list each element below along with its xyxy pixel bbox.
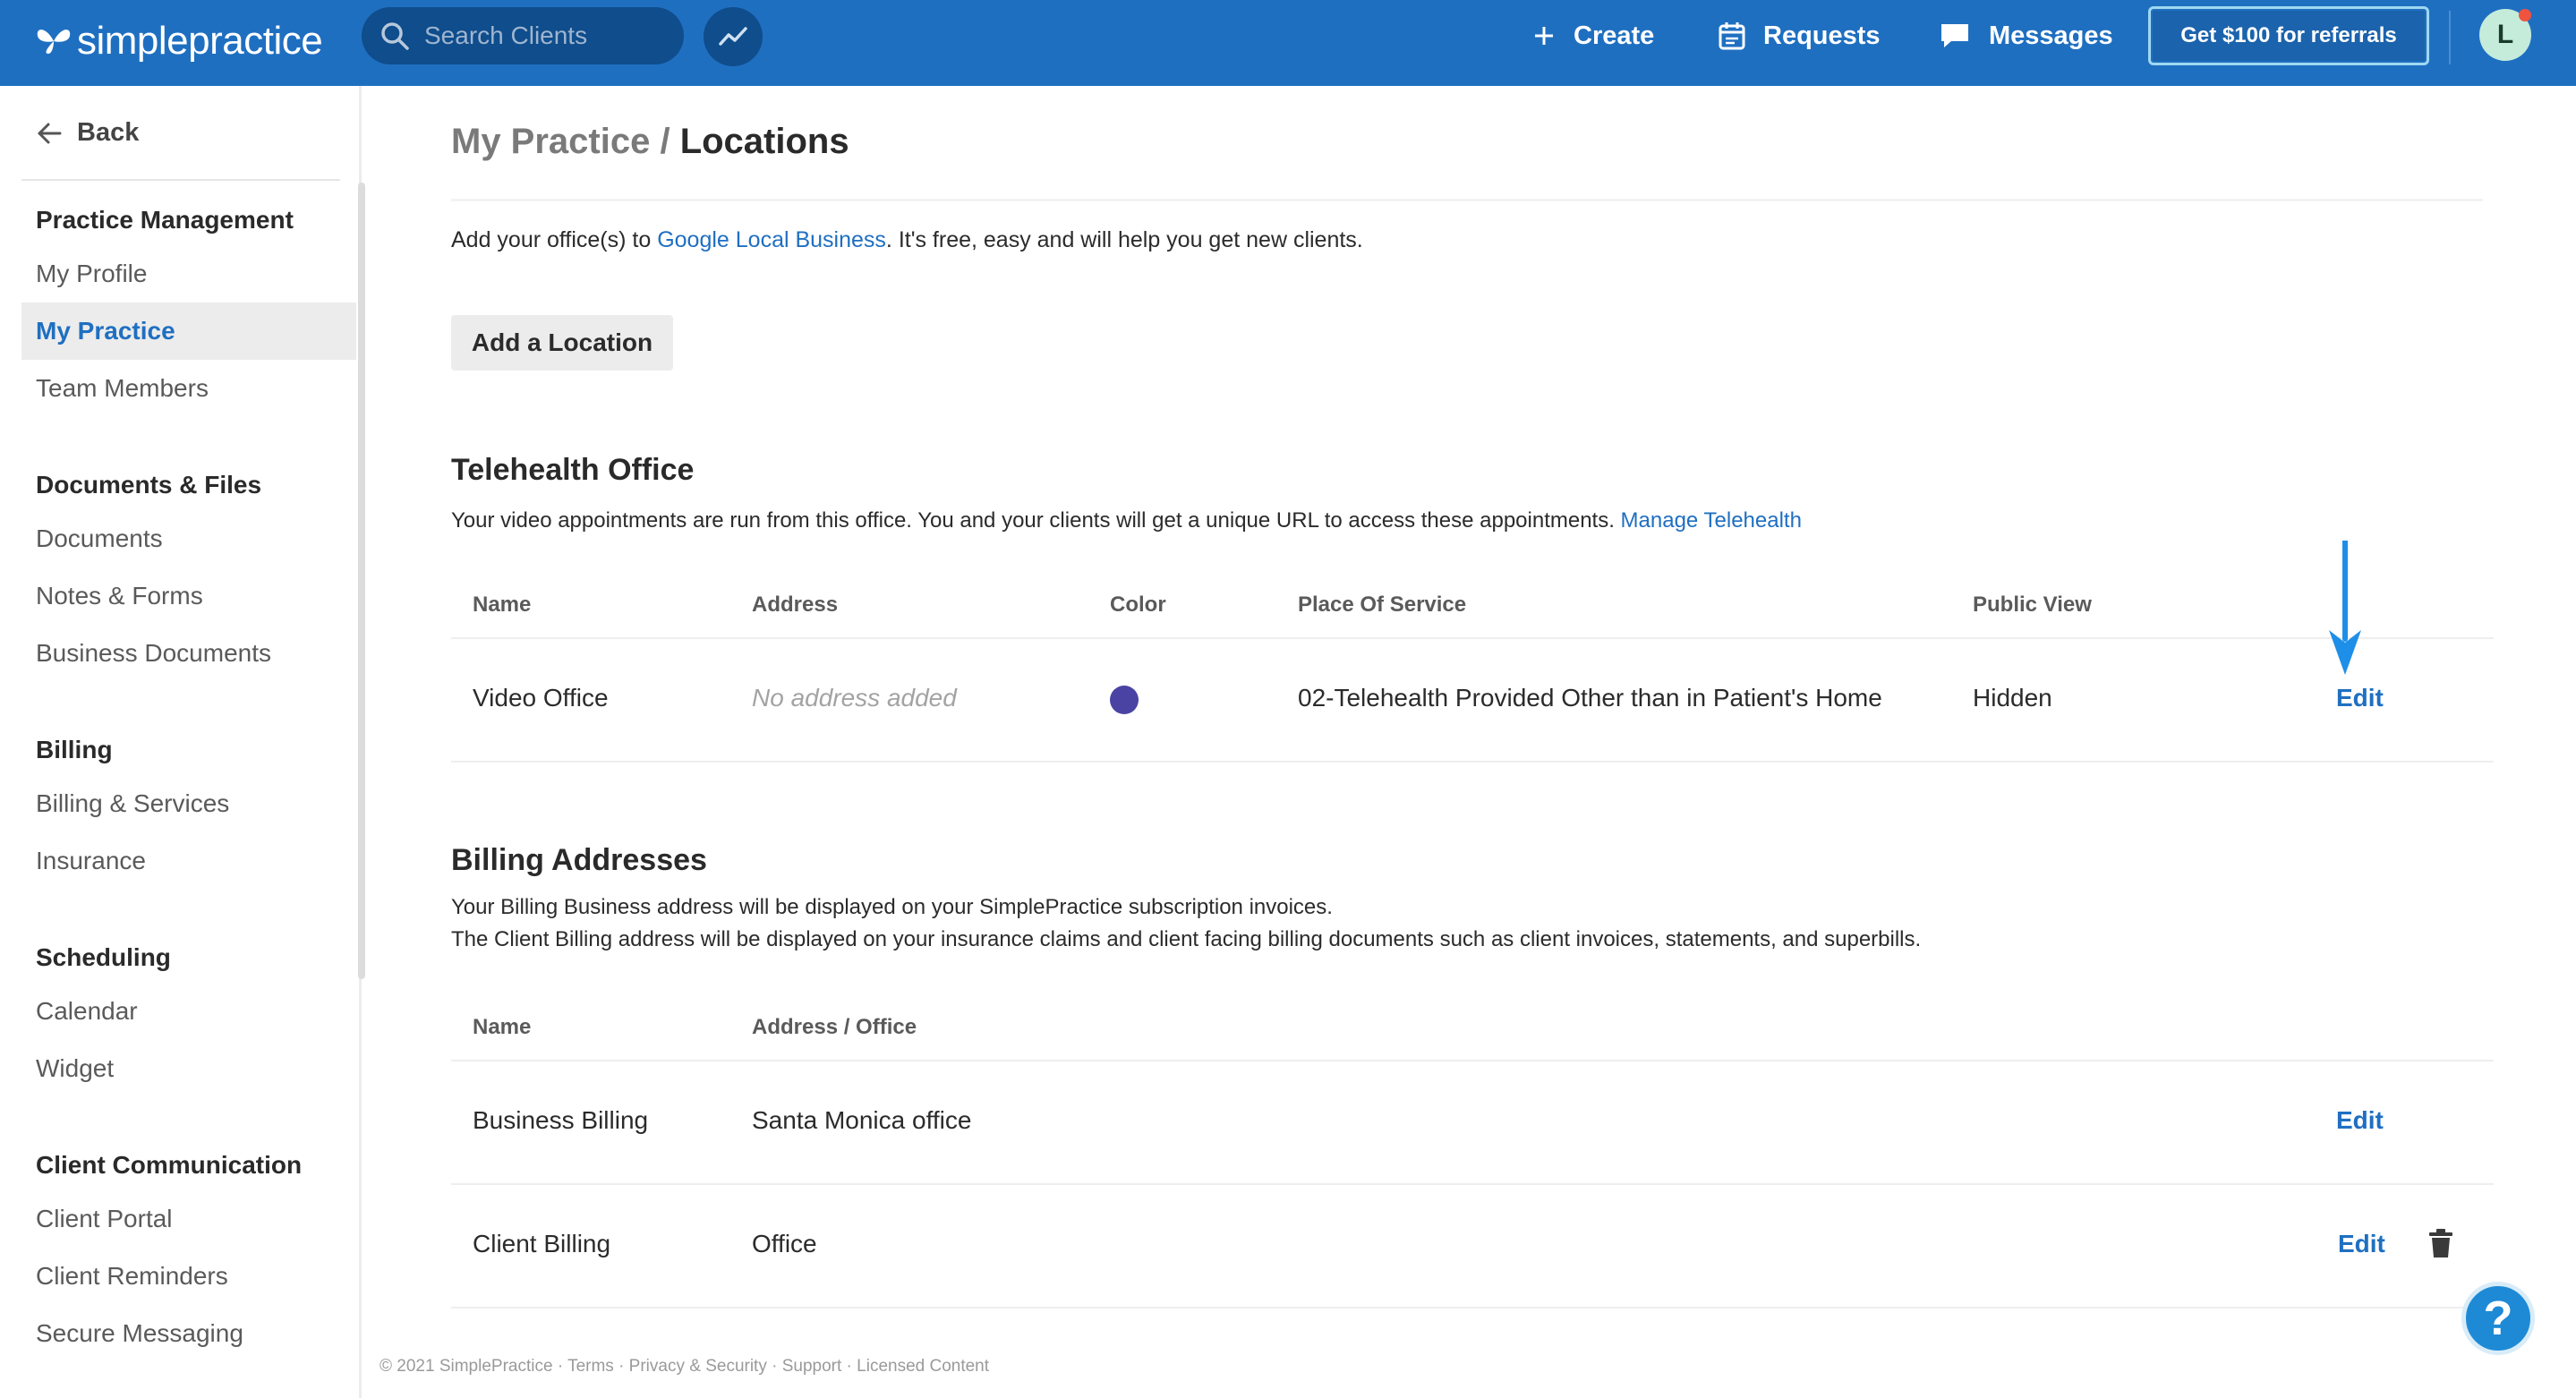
footer: © 2021 SimplePractice · Terms · Privacy …: [380, 1357, 990, 1376]
edit-business-billing-link[interactable]: Edit: [2336, 1106, 2384, 1135]
search-icon: [381, 22, 409, 50]
billing-description-line1: Your Billing Business address will be di…: [451, 895, 1333, 919]
back-button[interactable]: Back: [36, 118, 139, 148]
search-placeholder: Search Clients: [424, 21, 588, 49]
back-label: Back: [77, 118, 140, 147]
sidebar-heading-client-communication: Client Communication: [36, 1151, 303, 1179]
title-divider: [451, 199, 2483, 201]
column-header-name: Name: [473, 592, 532, 617]
messages-button[interactable]: Messages: [1939, 14, 2113, 57]
client-billing-name: Client Billing: [473, 1230, 611, 1257]
notification-dot: [2519, 9, 2531, 21]
telehealth-description: Your video appointments are run from thi…: [451, 505, 1802, 537]
column-header-color: Color: [1110, 592, 1166, 617]
column-header-address: Address: [752, 592, 839, 617]
breadcrumb-my-practice[interactable]: My Practice: [451, 122, 650, 161]
top-navigation-bar: simplepractice Search Clients Create Req…: [0, 0, 2576, 86]
arrow-down-icon: [2329, 541, 2361, 675]
column-header-place-of-service: Place Of Service: [1298, 592, 1467, 617]
arrow-left-icon: [38, 123, 62, 143]
requests-button[interactable]: Requests: [1719, 14, 1881, 57]
sidebar-item-documents[interactable]: Documents: [21, 510, 356, 567]
insights-button[interactable]: [704, 7, 763, 66]
sidebar-item-secure-messaging[interactable]: Secure Messaging: [21, 1305, 356, 1362]
sidebar-item-my-profile[interactable]: My Profile: [21, 245, 356, 303]
billing-description-line2: The Client Billing address will be displ…: [451, 927, 1922, 951]
sidebar-item-client-reminders[interactable]: Client Reminders: [21, 1248, 356, 1305]
intro-text: Add your office(s) to Google Local Busin…: [451, 227, 1363, 253]
table-header-divider: [451, 1060, 2494, 1061]
create-button[interactable]: Create: [1532, 14, 1654, 57]
column-header-billing-name: Name: [473, 1015, 532, 1039]
search-clients-input[interactable]: Search Clients: [362, 7, 684, 64]
billing-addresses-title: Billing Addresses: [451, 843, 707, 877]
sidebar-item-client-portal[interactable]: Client Portal: [21, 1190, 356, 1248]
sidebar-heading-billing: Billing: [36, 736, 113, 763]
trash-icon[interactable]: [2427, 1228, 2454, 1258]
sidebar-heading-documents-files: Documents & Files: [36, 471, 262, 499]
column-header-address-office: Address / Office: [752, 1015, 917, 1039]
sidebar-item-notes-forms[interactable]: Notes & Forms: [21, 567, 356, 625]
business-billing-address: Santa Monica office: [752, 1106, 972, 1134]
telehealth-office-title: Telehealth Office: [451, 453, 695, 487]
office-color-swatch: [1110, 686, 1139, 714]
manage-telehealth-link[interactable]: Manage Telehealth: [1621, 508, 1802, 533]
simplepractice-logo[interactable]: simplepractice: [34, 13, 323, 70]
telehealth-row-address: No address added: [752, 684, 957, 712]
telehealth-description-text: Your video appointments are run from thi…: [451, 508, 1621, 533]
sidebar-item-my-practice[interactable]: My Practice: [21, 303, 356, 360]
butterfly-icon: [37, 30, 71, 54]
messages-label: Messages: [1989, 21, 2113, 50]
client-billing-address: Office: [752, 1230, 817, 1257]
table-row-divider: [451, 761, 2494, 763]
sidebar-item-billing-services[interactable]: Billing & Services: [21, 775, 356, 832]
add-location-button[interactable]: Add a Location: [451, 315, 673, 371]
requests-label: Requests: [1763, 21, 1881, 50]
column-header-public-view: Public View: [1973, 592, 2092, 617]
telehealth-row-public-view: Hidden: [1973, 684, 2052, 712]
sidebar-heading-practice-management: Practice Management: [36, 206, 294, 234]
chat-bubble-icon: [1941, 24, 1968, 47]
breadcrumb-separator: /: [650, 122, 680, 161]
logo-text: simplepractice: [77, 19, 323, 63]
sidebar: Back Practice Management My Profile My P…: [0, 86, 365, 1398]
plus-icon: [1535, 27, 1553, 45]
sidebar-heading-scheduling: Scheduling: [36, 943, 171, 971]
google-local-business-link[interactable]: Google Local Business: [657, 227, 886, 252]
edit-client-billing-link[interactable]: Edit: [2338, 1230, 2385, 1258]
sidebar-divider: [21, 179, 340, 181]
page-title-text: Locations: [679, 122, 849, 161]
referral-button[interactable]: Get $100 for referrals: [2148, 6, 2429, 65]
telehealth-row-name: Video Office: [473, 684, 609, 712]
topbar-divider: [2449, 11, 2451, 64]
calendar-icon: [1719, 22, 1745, 50]
table-header-divider: [451, 637, 2494, 639]
sidebar-item-widget[interactable]: Widget: [21, 1040, 356, 1097]
table-row-divider: [451, 1307, 2494, 1308]
create-label: Create: [1574, 21, 1655, 50]
sidebar-item-calendar[interactable]: Calendar: [21, 983, 356, 1040]
trend-line-icon: [719, 27, 747, 46]
telehealth-row-place-of-service: 02-Telehealth Provided Other than in Pat…: [1298, 684, 1882, 712]
business-billing-name: Business Billing: [473, 1106, 649, 1134]
edit-video-office-link[interactable]: Edit: [2336, 684, 2384, 712]
main-content: My Practice / Locations Add your office(…: [362, 86, 2576, 1398]
intro-suffix: . It's free, easy and will help you get …: [885, 227, 1363, 252]
page-title: My Practice / Locations: [451, 122, 849, 162]
intro-prefix: Add your office(s) to: [451, 227, 658, 252]
table-row-divider: [451, 1183, 2494, 1185]
sidebar-item-insurance[interactable]: Insurance: [21, 832, 356, 890]
sidebar-item-business-documents[interactable]: Business Documents: [21, 625, 356, 682]
help-button[interactable]: ?: [2461, 1282, 2535, 1355]
sidebar-item-team-members[interactable]: Team Members: [21, 360, 356, 417]
